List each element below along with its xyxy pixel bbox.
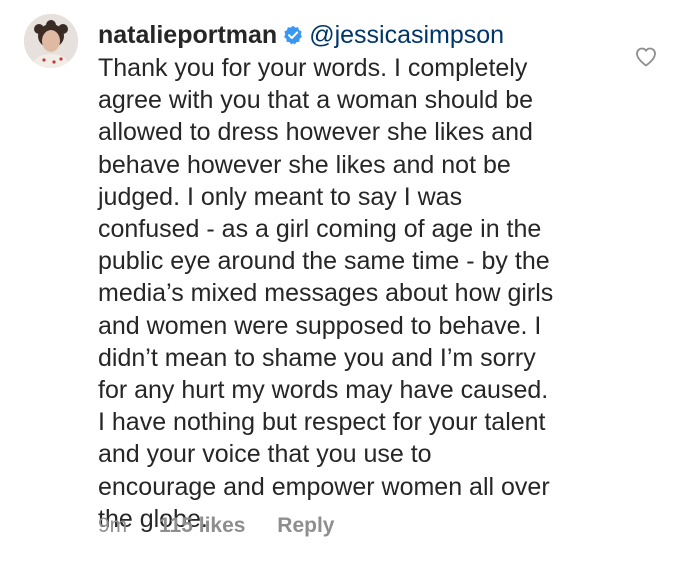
comment-line: didn’t mean to shame you and I’m sorry <box>98 343 536 372</box>
comment-line: allowed to dress however she likes and <box>98 118 533 147</box>
comment-line: confused - as a girl coming of age in th… <box>98 215 542 244</box>
avatar[interactable] <box>24 14 78 68</box>
comment-line: and your voice that you use to <box>98 440 432 469</box>
comment-line: behave however she likes and not be <box>98 150 511 179</box>
comment-meta: 9m 115 likes Reply <box>98 514 360 538</box>
comment-text: Thank you for your words. I completely a… <box>98 52 618 535</box>
comment-line: I have nothing but respect for your tale… <box>98 408 546 437</box>
comment-timestamp: 9m <box>98 514 128 537</box>
comment-line: public eye around the same time - by the <box>98 247 550 276</box>
comment-line: and women were supposed to behave. I <box>98 311 542 340</box>
comment-line: for any hurt my words may have caused. <box>98 376 549 405</box>
comment-line: judged. I only meant to say I was <box>98 182 463 211</box>
comment: natalieportman @jessicasimpson Thank you… <box>98 20 618 535</box>
comment-line: Thank you for your words. I completely <box>98 54 528 82</box>
heart-outline-icon[interactable] <box>634 45 658 69</box>
comment-header: natalieportman @jessicasimpson <box>98 20 618 50</box>
comment-line: agree with you that a woman should be <box>98 86 533 115</box>
comment-line: encourage and empower women all over <box>98 472 550 501</box>
comment-line: media’s mixed messages about how girls <box>98 279 554 308</box>
reply-button[interactable]: Reply <box>277 514 334 537</box>
username-link[interactable]: natalieportman <box>98 21 277 49</box>
avatar-image <box>24 14 78 68</box>
verified-badge-icon <box>283 25 303 45</box>
mention-link[interactable]: @jessicasimpson <box>309 21 504 49</box>
likes-count-link[interactable]: 115 likes <box>159 514 245 537</box>
